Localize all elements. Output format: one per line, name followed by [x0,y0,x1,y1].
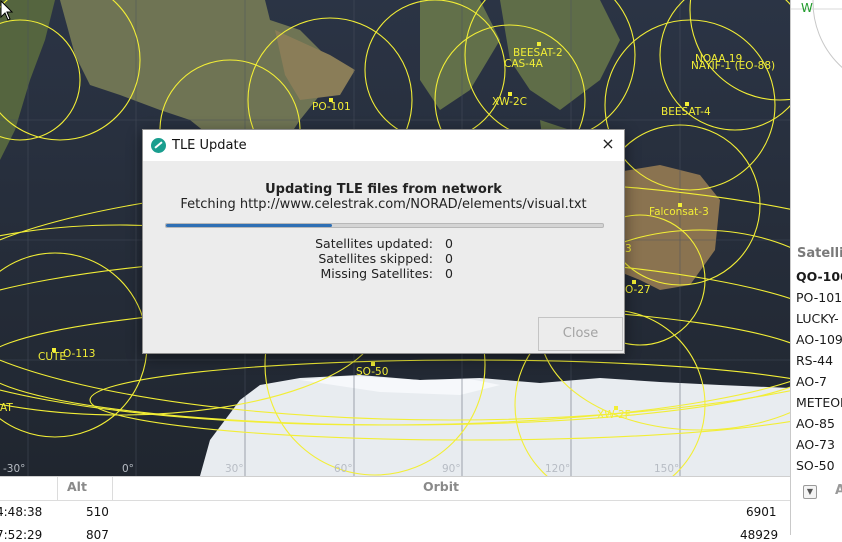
down-arrow-icon[interactable]: ▼ [803,485,817,499]
stat-label-updated: Satellites updated: [315,236,433,251]
satellite-list-item[interactable]: PO-101 [791,287,842,308]
stat-value-missing: 0 [445,266,453,281]
sat-label-falconsat-3[interactable]: Falconsat-3 [649,206,709,218]
table-cell-orbit[interactable]: 48929 [740,528,778,542]
sat-label-partial-at[interactable]: AT [0,402,13,414]
table-cell-time[interactable]: 4:48:38 [0,505,42,519]
lon-label: 120° [545,463,571,475]
lon-label: 90° [442,463,461,475]
column-separator [112,477,113,500]
dialog-titlebar[interactable]: TLE Update × [143,130,624,161]
header-divider [0,500,790,501]
satellite-list-item[interactable]: METEOR [791,392,842,413]
sat-label-o-113[interactable]: O-113 [63,348,95,360]
column-separator [57,477,58,500]
satellite-list-item[interactable]: RS-44 [791,350,842,371]
sat-label-xw-2c[interactable]: XW-2C [492,96,527,108]
satellite-list[interactable]: QO-100 PO-101 LUCKY- AO-109 RS-44 AO-7 M… [791,266,842,476]
sat-marker-beesat-2[interactable] [537,42,541,46]
stat-label-skipped: Satellites skipped: [318,251,433,266]
table-cell-alt[interactable]: 510 [86,505,109,519]
panel-bottom-label: A [835,483,842,498]
sat-label-cute[interactable]: CUTE [38,351,66,363]
sat-label-partial-3[interactable]: 3 [625,243,632,255]
mouse-cursor-icon [0,0,14,21]
sat-label-po-101[interactable]: PO-101 [312,101,351,113]
column-header-alt[interactable]: Alt [67,477,87,500]
satellite-list-item[interactable]: AO-73 [791,434,842,455]
satellite-list-item[interactable]: AO-109 [791,329,842,350]
satellite-list-item[interactable]: LUCKY- [791,308,842,329]
satellite-list-item[interactable]: AO-85 [791,413,842,434]
fetching-status: Fetching http://www.celestrak.com/NORAD/… [180,197,587,212]
sat-label-xw-2f[interactable]: XW-2F [597,409,631,421]
table-cell-time[interactable]: 7:52:29 [0,528,42,542]
satellite-side-panel: W Satelli QO-100 PO-101 LUCKY- AO-109 RS… [790,0,842,535]
table-cell-orbit[interactable]: 6901 [746,505,777,519]
stat-value-skipped: 0 [445,251,453,266]
close-icon[interactable]: × [599,135,617,153]
lon-label: -30° [3,463,26,475]
update-heading: Updating TLE files from network [265,182,502,197]
compass-west-label: W [801,1,813,15]
progress-bar [165,223,604,228]
sat-label-so-50[interactable]: SO-50 [356,366,388,378]
satellite-list-item[interactable]: AO-7 [791,371,842,392]
pass-table: Alt Orbit 4:48:38 510 6901 7:52:29 807 4… [0,476,790,542]
lon-label: 150° [654,463,680,475]
lon-label: 30° [225,463,244,475]
sat-label-nayif-1[interactable]: NAYIF-1 (EO-88) [691,60,775,72]
dialog-title: TLE Update [172,138,247,153]
polar-plot [791,0,842,68]
lon-label: 0° [122,463,134,475]
column-header-orbit[interactable]: Orbit [423,477,459,500]
sat-label-o-27[interactable]: O-27 [625,284,651,296]
sat-label-beesat-4[interactable]: BEESAT-4 [661,106,711,118]
progress-bar-fill [166,224,333,227]
stat-value-updated: 0 [445,236,453,251]
lon-label: 60° [334,463,353,475]
close-button[interactable]: Close [538,317,623,351]
stat-label-missing: Missing Satellites: [320,266,433,281]
sat-label-cas-4a[interactable]: CAS-4A [504,58,543,70]
satellite-list-item[interactable]: QO-100 [791,266,842,287]
tle-update-dialog: TLE Update × Updating TLE files from net… [142,129,625,354]
satellite-list-item[interactable]: SO-50 [791,455,842,476]
satellite-list-header[interactable]: Satelli [797,246,842,261]
satellite-app-icon [151,138,166,153]
table-cell-alt[interactable]: 807 [86,528,109,542]
